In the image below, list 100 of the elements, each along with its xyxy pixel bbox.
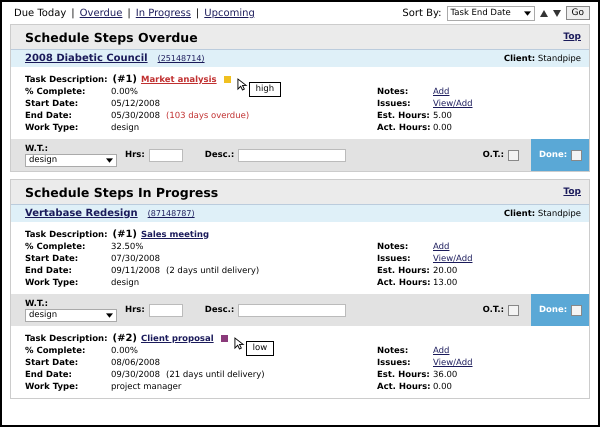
- field-label: End Date:: [25, 369, 73, 381]
- field-label: Est. Hours:: [377, 265, 431, 277]
- link[interactable]: View/Add: [433, 253, 472, 265]
- field-label: Start Date:: [25, 253, 80, 265]
- done-checkbox[interactable]: [571, 304, 582, 316]
- link[interactable]: Add: [433, 241, 450, 253]
- done-checkbox[interactable]: [571, 150, 582, 160]
- separator: |: [71, 8, 75, 18]
- field-value: 0.00: [433, 381, 452, 393]
- field-label: Act. Hours:: [377, 381, 432, 393]
- field-value: 05/12/2008: [111, 98, 160, 110]
- nav-link[interactable]: Upcoming: [204, 8, 255, 18]
- description-field[interactable]: [238, 304, 346, 316]
- field-label: Issues:: [377, 253, 412, 265]
- field-value: 20.00: [433, 265, 458, 277]
- field-label: Start Date:: [25, 98, 80, 110]
- field-label: Work Type:: [25, 277, 80, 289]
- field-label: Notes:: [377, 86, 410, 98]
- field-label: Task Description:: [25, 334, 108, 344]
- field-label: Task Description:: [25, 230, 108, 240]
- task-link[interactable]: Client proposal: [140, 334, 214, 344]
- field-label: Desc.:: [204, 305, 234, 315]
- mouse-pointer-icon: [234, 337, 245, 350]
- caret-icon: [524, 10, 531, 16]
- field-value: 32.50%: [111, 241, 144, 253]
- end-date-note: (21 days until delivery): [166, 369, 265, 381]
- link[interactable]: View/Add: [433, 357, 472, 369]
- link[interactable]: Add: [433, 86, 450, 98]
- field-label: End Date:: [25, 110, 73, 122]
- field-label: Task Description:: [25, 74, 108, 84]
- sort-ascending-icon[interactable]: [540, 10, 548, 16]
- field-value: 08/06/2008: [111, 357, 160, 369]
- nav-link[interactable]: In Progress: [136, 8, 191, 18]
- mouse-pointer-icon: [236, 78, 248, 91]
- field-value: 09/11/2008: [111, 265, 160, 277]
- separator: |: [127, 8, 131, 18]
- field-value: 0.00: [433, 122, 452, 134]
- field-label: Issues:: [377, 98, 412, 110]
- field-label: Est. Hours:: [377, 110, 431, 122]
- project-code-link[interactable]: (25148714): [158, 54, 205, 63]
- top-link[interactable]: Top: [563, 32, 581, 42]
- section-title: Schedule Steps In Progress: [25, 184, 218, 200]
- field-value: 0.00%: [111, 86, 138, 98]
- caret-icon: [106, 158, 113, 162]
- project-link[interactable]: 2008 Diabetic Council: [25, 53, 148, 64]
- field-label: Desc.:: [204, 150, 234, 160]
- field-label: Done:: [539, 305, 568, 315]
- field-label: O.T.:: [482, 305, 504, 315]
- overtime-checkbox[interactable]: [508, 150, 519, 160]
- field-label: W.T.:: [25, 144, 50, 154]
- field-label: Hrs:: [125, 305, 145, 315]
- work-type-dropdown[interactable]: design: [25, 308, 117, 322]
- task-number: (#1): [112, 229, 137, 240]
- field-value: 07/30/2008: [111, 253, 160, 265]
- nav-link[interactable]: Due Today: [14, 8, 66, 18]
- field-value: 09/30/2008: [111, 369, 160, 381]
- client-text: Client: Standpipe: [504, 54, 581, 64]
- task-link[interactable]: Market analysis: [140, 74, 217, 84]
- project-link[interactable]: Vertabase Redesign: [25, 208, 138, 219]
- description-field[interactable]: [238, 148, 346, 162]
- go-button[interactable]: Go: [566, 6, 590, 20]
- hours-field[interactable]: [148, 148, 183, 162]
- project-code-link[interactable]: (87148787): [148, 209, 195, 218]
- field-label: % Complete:: [25, 86, 86, 98]
- field-label: Work Type:: [25, 122, 80, 134]
- tooltip: high: [248, 82, 282, 97]
- field-value: design: [111, 277, 140, 289]
- field-label: O.T.:: [482, 150, 504, 160]
- field-label: Est. Hours:: [377, 369, 431, 381]
- sort-descending-icon[interactable]: [552, 10, 561, 16]
- caret-icon: [106, 312, 113, 318]
- task-number: (#1): [112, 74, 137, 85]
- field-label: % Complete:: [25, 241, 86, 253]
- field-label: End Date:: [25, 265, 73, 277]
- separator: |: [196, 8, 200, 18]
- field-value: 05/30/2008: [111, 110, 160, 122]
- field-label: Act. Hours:: [377, 122, 432, 134]
- field-label: Work Type:: [25, 381, 80, 393]
- overtime-checkbox[interactable]: [508, 304, 519, 316]
- link[interactable]: View/Add: [433, 98, 472, 110]
- section-title: Schedule Steps Overdue: [25, 30, 198, 44]
- field-label: % Complete:: [25, 345, 86, 357]
- field-label: Issues:: [377, 357, 412, 369]
- hours-field[interactable]: [148, 304, 183, 316]
- field-label: Done:: [539, 150, 568, 160]
- task-number: (#2): [112, 333, 137, 344]
- nav-link[interactable]: Overdue: [80, 8, 122, 18]
- task-link[interactable]: Sales meeting: [140, 230, 210, 240]
- field-value: 36.00: [433, 369, 458, 381]
- work-type-dropdown[interactable]: design: [25, 154, 117, 166]
- sort-label: Sort By:: [402, 8, 442, 18]
- client-text: Client: Standpipe: [504, 208, 581, 218]
- end-date-note: (2 days until delivery): [166, 265, 260, 277]
- field-value: design: [111, 122, 140, 134]
- field-label: Notes:: [377, 345, 410, 357]
- field-value: project manager: [111, 381, 182, 393]
- field-label: Notes:: [377, 241, 410, 253]
- top-link[interactable]: Top: [563, 187, 581, 197]
- sort-dropdown[interactable]: Task End Date: [446, 6, 535, 20]
- link[interactable]: Add: [433, 345, 450, 357]
